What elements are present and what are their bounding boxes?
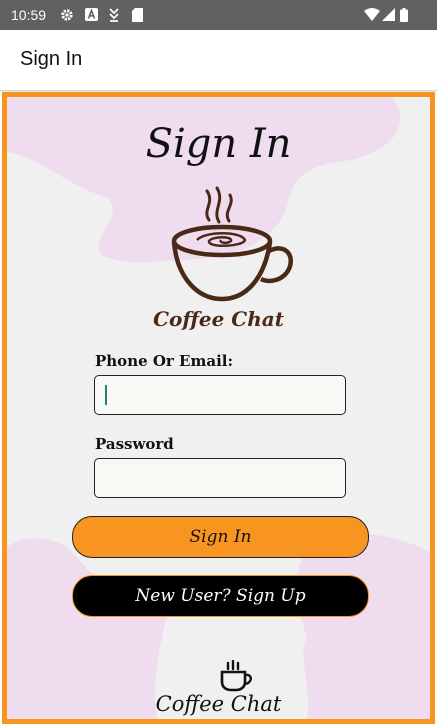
sign-in-button[interactable]: Sign In (72, 516, 369, 558)
footer-logo-text: Coffee Chat (155, 692, 282, 716)
text-cursor (105, 385, 107, 405)
footer-coffee-cup-icon (220, 660, 252, 692)
logo-text: Coffee Chat (153, 307, 284, 331)
phone-email-label: Phone Or Email: (95, 352, 234, 370)
a-notification-icon (85, 8, 98, 21)
status-time: 10:59 (11, 7, 47, 23)
content-frame: Sign In Coffee Chat Phone Or Email: Pass… (2, 92, 435, 724)
sd-card-icon (132, 8, 143, 22)
status-bar: 10:59 (0, 0, 437, 30)
wifi-icon (364, 8, 380, 21)
app-bar: Sign In (0, 30, 437, 90)
coffee-cup-logo-icon (171, 186, 293, 302)
sign-up-button[interactable]: New User? Sign Up (72, 575, 369, 617)
settings-gear-icon (61, 9, 73, 21)
cellular-signal-icon (382, 8, 395, 21)
password-label: Password (95, 435, 174, 453)
battery-icon (400, 8, 408, 22)
page-heading: Sign In (145, 121, 292, 167)
sign-in-panel: Sign In Coffee Chat Phone Or Email: Pass… (7, 97, 430, 719)
password-input[interactable] (94, 458, 346, 498)
download-icon (109, 8, 119, 22)
phone-email-input[interactable] (94, 375, 346, 415)
app-bar-title: Sign In (20, 48, 83, 70)
